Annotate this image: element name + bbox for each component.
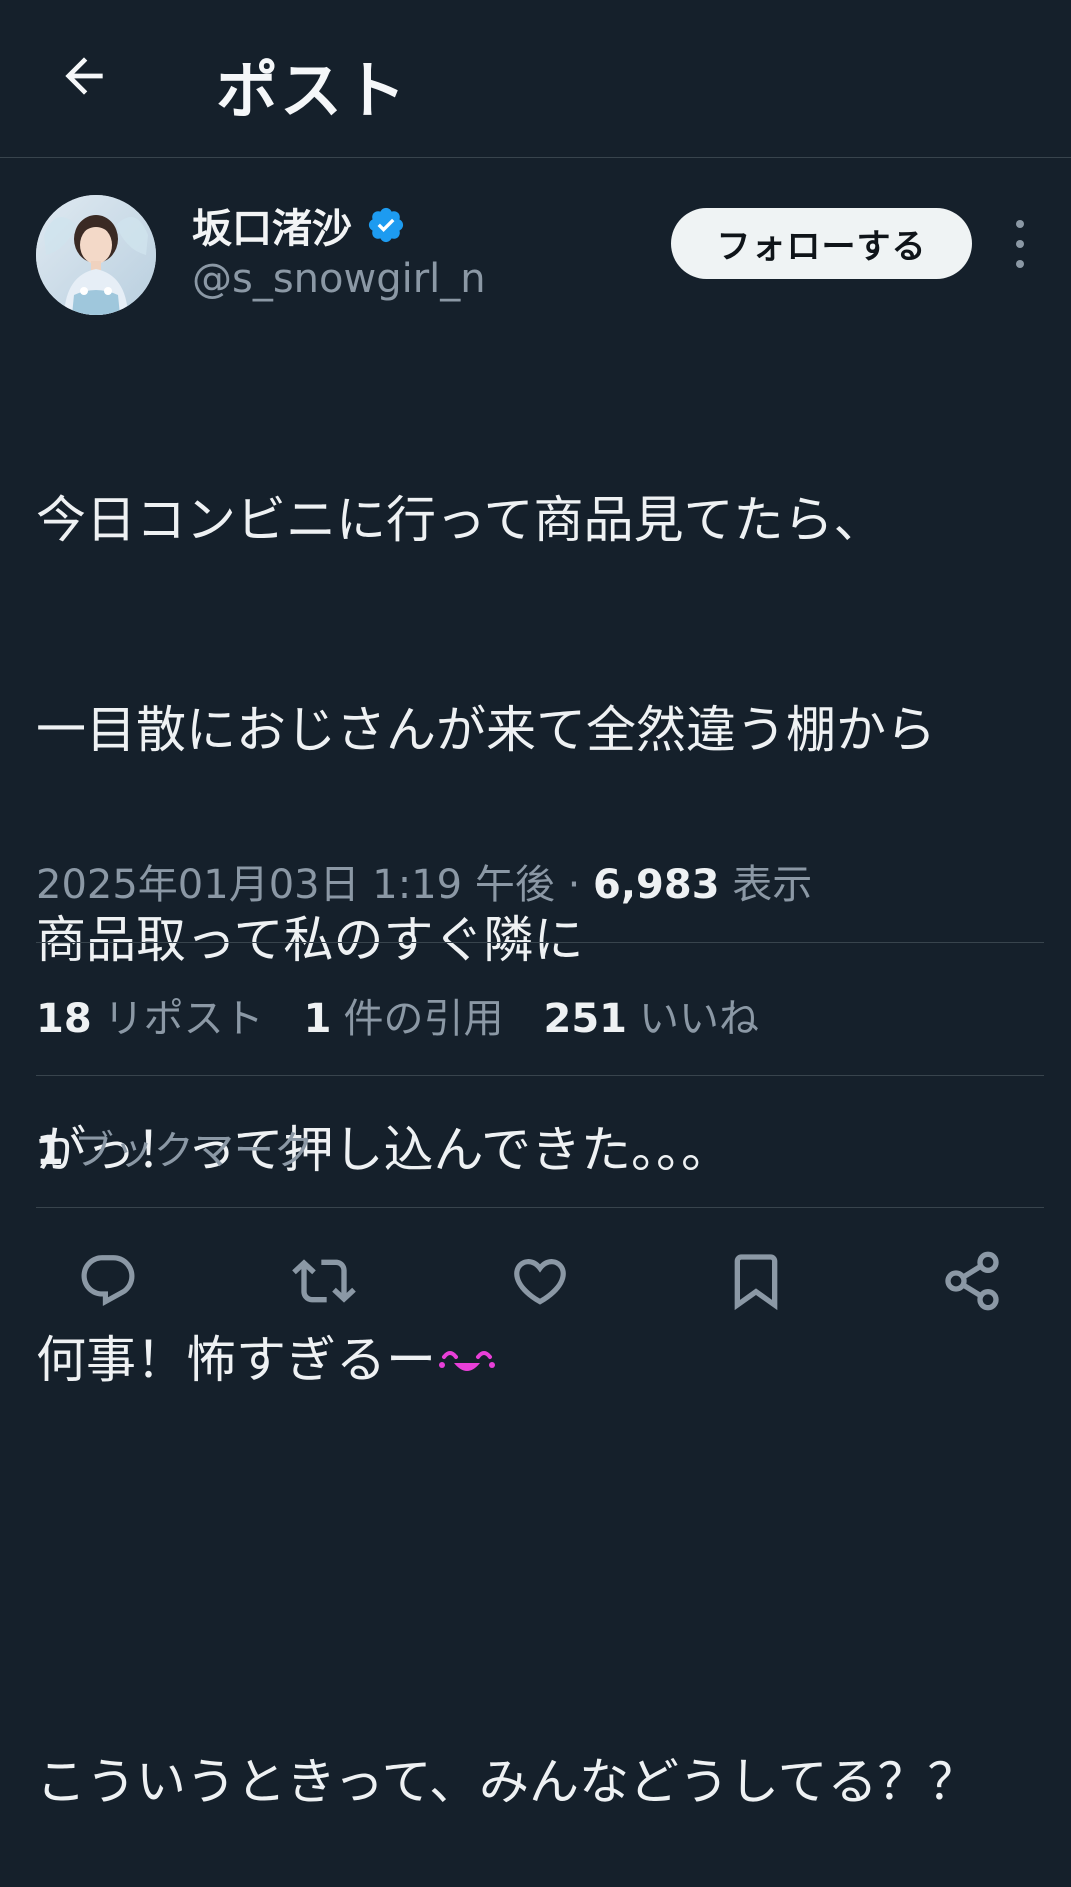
quotes-label: 件の引用: [343, 996, 504, 1042]
divider: [36, 942, 1044, 943]
more-dot-icon: [1016, 260, 1024, 268]
top-bar: ポスト: [0, 0, 1071, 158]
likes-label: いいね: [639, 996, 760, 1042]
more-options-button[interactable]: [1006, 220, 1034, 268]
like-icon: [514, 1259, 566, 1305]
display-name[interactable]: 坂口渚沙: [192, 196, 352, 254]
reply-button[interactable]: [72, 1245, 144, 1317]
repost-icon: [292, 1259, 356, 1303]
engagement-stats: 18 リポスト 1 件の引用 251 いいね: [36, 986, 799, 1044]
tweet-meta: 2025年01月03日 1:19 午後 · 6,983 表示: [36, 852, 812, 910]
tweet-line: 一目散におじさんが来て全然違う棚から: [36, 701, 936, 759]
tweet-line-with-emoji: 何事！怖すぎるー: [36, 1325, 1046, 1395]
author-name-row[interactable]: 坂口渚沙: [192, 196, 406, 254]
bookmark-icon: [734, 1254, 778, 1311]
follow-button[interactable]: フォローする: [671, 208, 972, 279]
crying-laughing-emoji-icon: [439, 1351, 495, 1371]
timestamp[interactable]: 2025年01月03日 1:19 午後: [36, 862, 555, 908]
bookmark-button[interactable]: [720, 1245, 792, 1317]
tweet-text: 今日コンビニに行って商品見てたら、 一目散におじさんが来て全然違う棚から 商品取…: [36, 345, 1046, 1887]
tweet-line: こういうときって、みんなどうしてる？？: [36, 1753, 978, 1811]
verified-badge-icon: [368, 207, 404, 243]
arrow-left-icon: [65, 57, 103, 95]
reposts-count: 18: [36, 996, 92, 1042]
share-icon: [945, 1251, 999, 1311]
more-dot-icon: [1016, 220, 1024, 228]
bookmarks-label: ブックマーク: [73, 1128, 314, 1174]
reposts-label: リポスト: [103, 996, 264, 1042]
views-label: 表示: [732, 862, 813, 908]
tweet-line: 今日コンビニに行って商品見てたら、: [36, 491, 884, 549]
repost-button[interactable]: [288, 1245, 360, 1317]
views-count: 6,983: [593, 862, 720, 908]
divider: [36, 1207, 1044, 1208]
divider: [36, 1075, 1044, 1076]
reposts-stat[interactable]: 18 リポスト: [36, 986, 264, 1044]
author-handle[interactable]: @s_snowgirl_n: [192, 256, 486, 302]
quotes-stat[interactable]: 1 件の引用: [304, 986, 504, 1044]
meta-separator: ·: [554, 862, 594, 908]
share-button[interactable]: [936, 1245, 1008, 1317]
quotes-count: 1: [303, 996, 332, 1042]
likes-stat[interactable]: 251 いいね: [544, 986, 760, 1044]
reply-icon: [81, 1255, 135, 1307]
back-button[interactable]: [52, 44, 116, 108]
avatar[interactable]: [36, 195, 156, 315]
tweet-line: 商品取って私のすぐ隣に: [36, 911, 584, 969]
bookmarks-count: 1: [36, 1128, 64, 1174]
more-dot-icon: [1016, 240, 1024, 248]
like-button[interactable]: [504, 1245, 576, 1317]
tweet-line-text: 何事！怖すぎるー: [36, 1331, 436, 1389]
bookmarks-stat[interactable]: 1 ブックマーク: [36, 1118, 314, 1176]
page-title: ポスト: [216, 54, 409, 127]
avatar-image: [36, 195, 156, 315]
action-bar: [0, 1245, 1071, 1317]
likes-count: 251: [543, 996, 628, 1042]
